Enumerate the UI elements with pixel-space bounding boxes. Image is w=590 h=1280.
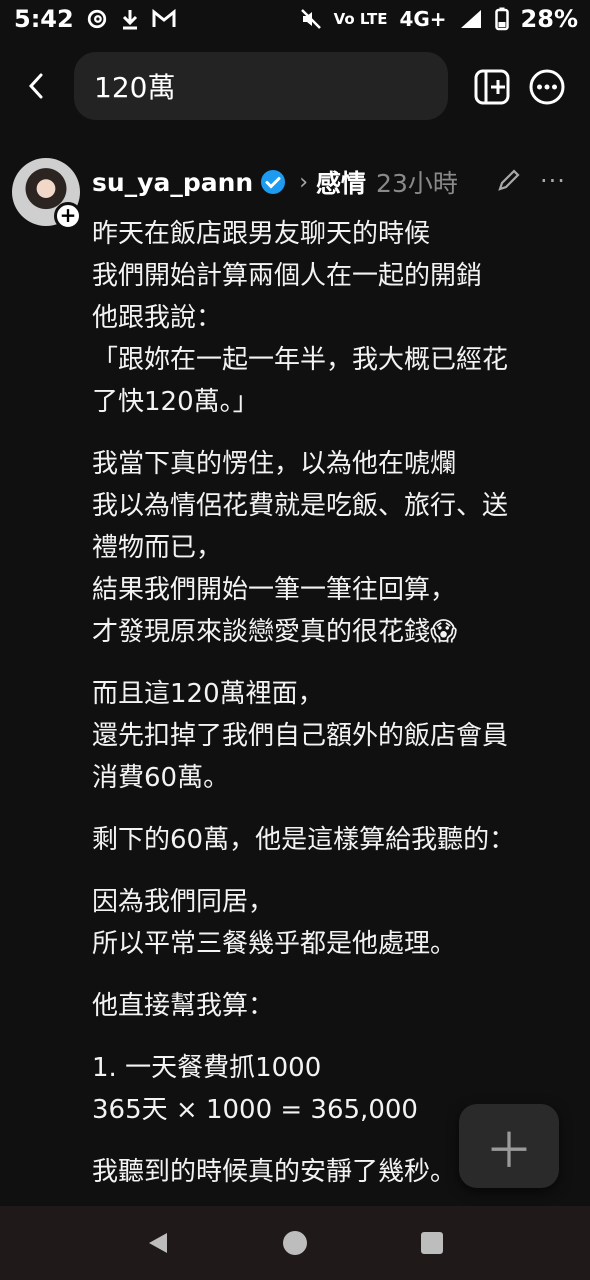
mute-icon [300, 8, 322, 30]
avatar[interactable]: + [12, 158, 82, 230]
text-line: 昨天在飯店跟男友聊天的時候 [92, 219, 431, 249]
threads-notification-icon [86, 8, 108, 30]
text-line: 結果我們開始一筆一筆往回算， [92, 575, 457, 605]
paragraph: 而且這120萬裡面， 還先扣掉了我們自己額外的飯店會員 消費60萬。 [92, 673, 572, 799]
network-type: 4G+ [399, 7, 447, 31]
paragraph: 因為我們同居， 所以平常三餐幾乎都是他處理。 [92, 881, 572, 965]
chevron-right-icon: › [299, 169, 309, 195]
system-nav-bar [0, 1206, 590, 1280]
volte-indicator: Vo LTE [333, 10, 388, 28]
download-icon [120, 8, 140, 30]
text-line: 「跟妳在一起一年半，我大概已經花 [92, 345, 509, 375]
nav-back-icon[interactable] [138, 1223, 178, 1263]
battery-icon [494, 7, 509, 31]
paragraph: 剩下的60萬，他是這樣算給我聽的： [92, 819, 572, 861]
text-line: 我們開始計算兩個人在一起的開銷 [92, 261, 483, 291]
text-line: 而且這120萬裡面， [92, 679, 324, 709]
post-more-icon[interactable]: ··· [540, 167, 566, 195]
post-body: 昨天在飯店跟男友聊天的時候 我們開始計算兩個人在一起的開銷 他跟我說： 「跟妳在… [92, 213, 572, 1213]
text-line: 1. 一天餐費抓1000 [92, 1053, 322, 1083]
topic-tag[interactable]: 感情 [316, 164, 366, 200]
screen: 5:42 Vo LTE 4G+ 28% 120萬 + su_ya_pann › … [0, 0, 590, 1280]
nav-home-icon[interactable] [275, 1223, 315, 1263]
text-line: 所以平常三餐幾乎都是他處理。 [92, 929, 457, 959]
text-line: 因為我們同居， [92, 887, 275, 917]
follow-plus-icon[interactable]: + [54, 202, 82, 230]
status-bar: 5:42 Vo LTE 4G+ 28% [0, 0, 590, 38]
username[interactable]: su_ya_pann [92, 168, 253, 197]
text-line: 剩下的60萬，他是這樣算給我聽的： [92, 825, 516, 855]
pencil-icon[interactable] [496, 167, 522, 197]
new-post-icon[interactable] [472, 67, 512, 107]
nav-recents-icon[interactable] [412, 1223, 452, 1263]
search-query: 120萬 [94, 71, 176, 104]
text-line: 他直接幫我算： [92, 991, 275, 1021]
status-time: 5:42 [14, 5, 74, 33]
text-line: 我以為情侶花費就是吃飯、旅行、送 [92, 491, 509, 521]
paragraph: 他直接幫我算： [92, 985, 572, 1027]
text-line: 禮物而已， [92, 533, 223, 563]
battery-percent: 28% [520, 5, 578, 33]
plus-icon: ＋ [484, 1123, 533, 1179]
more-options-icon[interactable] [527, 67, 567, 107]
paragraph: 我當下真的愣住，以為他在唬爛 我以為情侶花費就是吃飯、旅行、送 禮物而已， 結果… [92, 443, 572, 653]
gmail-icon [152, 9, 176, 29]
text-line: 我當下真的愣住，以為他在唬爛 [92, 449, 457, 479]
paragraph: 昨天在飯店跟男友聊天的時候 我們開始計算兩個人在一起的開銷 他跟我說： 「跟妳在… [92, 213, 572, 423]
post-time: 23小時 [376, 169, 458, 198]
post-header: su_ya_pann › 感情 23小時 ··· [92, 163, 572, 201]
text-line: 他跟我說： [92, 303, 223, 333]
back-arrow-icon[interactable] [16, 66, 56, 106]
text-line: 才發現原來談戀愛真的很花錢😱 [92, 617, 458, 647]
signal-icon [459, 8, 483, 30]
text-line: 消費60萬。 [92, 763, 230, 793]
create-post-button[interactable]: ＋ [459, 1104, 559, 1188]
verified-badge-icon [259, 168, 287, 196]
text-line: 還先扣掉了我們自己額外的飯店會員 [92, 721, 509, 751]
top-bar: 120萬 [0, 52, 590, 120]
search-input[interactable]: 120萬 [74, 52, 448, 120]
text-line: 了快120萬。」 [92, 387, 259, 417]
